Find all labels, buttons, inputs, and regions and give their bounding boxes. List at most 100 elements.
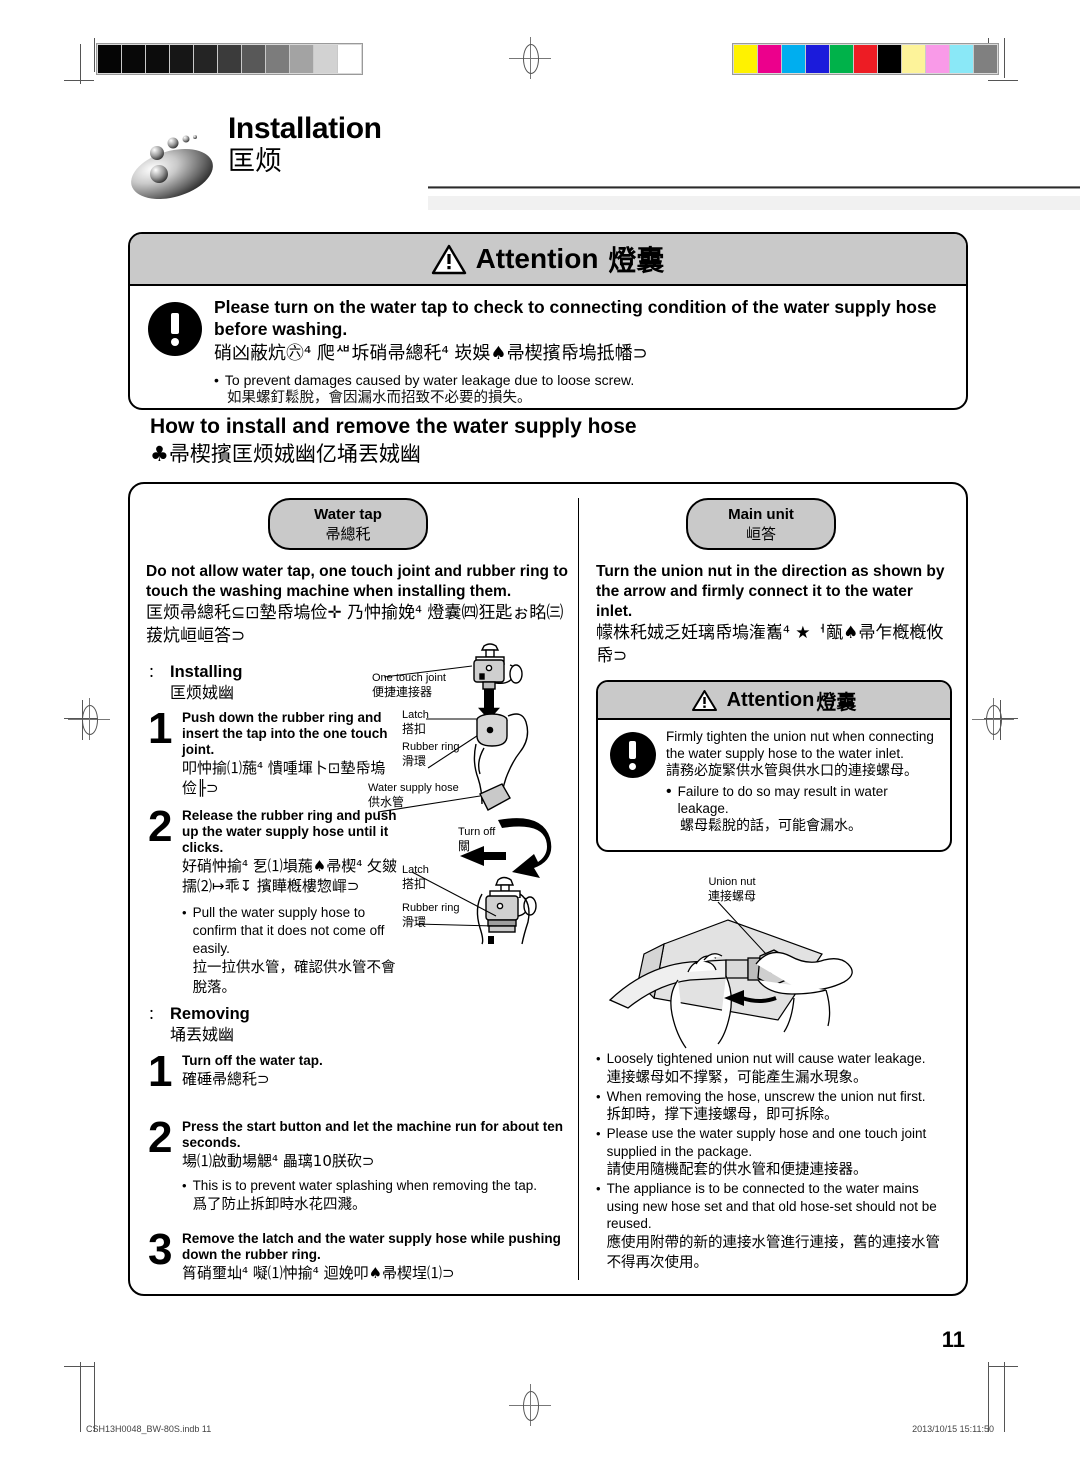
left-column: Water tap 帚總秅 Do not allow water tap, on… bbox=[140, 484, 574, 1294]
attention-text-cn: 硝凶蔽炕㊅⁴ 爬ᄲ坼硝帚總秅⁴ 崁娛♠帚楔擯帋塢抵幡⊃ bbox=[214, 343, 648, 364]
step-number: 1 bbox=[148, 704, 173, 753]
installing-subheading: ： Installing bbox=[148, 662, 398, 682]
attention-title-en: Attention bbox=[475, 243, 599, 274]
bullet-text-cn: 拆卸時，撑下連接螺母，即可拆除。 bbox=[606, 1107, 839, 1123]
warning-triangle-icon bbox=[691, 689, 717, 711]
attention-title-cn: 燈囊 bbox=[816, 689, 857, 714]
footer-timestamp: 2013/10/15 15:11:50 bbox=[912, 1424, 994, 1434]
grayscale-swatch bbox=[242, 45, 266, 73]
installing-subheading-en: Installing bbox=[170, 663, 243, 681]
figure-label-water-supply-hose: Water supply hose 供水管 bbox=[368, 782, 459, 810]
color-swatch bbox=[782, 45, 806, 73]
attention-bullet: • To prevent damages caused by water lea… bbox=[214, 371, 952, 407]
attention-text-cn: 請務必旋緊供水管與供水口的連接螺母。 bbox=[666, 763, 918, 779]
removing-subheading-en: Removing bbox=[170, 1005, 250, 1023]
attention-bullet-en: To prevent damages caused by water leaka… bbox=[224, 372, 635, 388]
grayscale-swatch bbox=[314, 45, 338, 73]
bullet-text-cn: 連接螺母如不撑緊，可能產生漏水現象。 bbox=[606, 1069, 868, 1086]
bullet-text-en: Loosely tightened union nut will cause w… bbox=[606, 1051, 926, 1066]
list-item: • The appliance is to be connected to the… bbox=[596, 1180, 952, 1273]
registration-target-bottom bbox=[509, 1384, 551, 1426]
list-item: • Loosely tightened union nut will cause … bbox=[596, 1050, 952, 1088]
subheading-marker: ： bbox=[148, 1006, 162, 1022]
bubbles-ellipse-logo bbox=[128, 130, 224, 199]
step-text-cn: 筲硝壐圸⁴ 㘈⑴忡揄⁴ 迴娩叩♠帚楔埕⑴⊃ bbox=[182, 1264, 455, 1282]
figure-label-cn: 關 bbox=[458, 839, 471, 853]
step-text-en: Push down the rubber ring and insert the… bbox=[182, 710, 388, 757]
registration-target-top bbox=[509, 37, 551, 79]
figure-label-cn: 供水管 bbox=[368, 795, 405, 809]
footer-file-name: CSH13H0048_BW-80S.indb 11 bbox=[86, 1424, 212, 1434]
figure-label-en: Latch bbox=[402, 864, 429, 876]
right-bullet-list: • Loosely tightened union nut will cause … bbox=[596, 1050, 952, 1273]
color-swatch bbox=[926, 45, 950, 73]
bullet-text-en: The appliance is to be connected to the … bbox=[606, 1181, 937, 1231]
bullet-text-en: This is to prevent water splashing when … bbox=[192, 1178, 537, 1193]
water-tap-pill-cn: 帚總秅 bbox=[325, 525, 371, 543]
removing-subheading-cn: 埇丟娀幽 bbox=[170, 1025, 235, 1044]
figure-label-rubber-ring-upper: Rubber ring 滑環 bbox=[402, 741, 459, 769]
figure-label-en: One touch joint bbox=[372, 672, 446, 684]
bullet-marker: • bbox=[182, 905, 187, 920]
exclamation-circle-icon bbox=[610, 732, 656, 778]
bullet-text-en: Please use the water supply hose and one… bbox=[606, 1126, 927, 1159]
installing-step-2: 2 Release the rubber ring and push up th… bbox=[148, 802, 398, 896]
figure-label-en: Water supply hose bbox=[368, 782, 459, 794]
exclamation-circle-icon bbox=[148, 302, 202, 356]
installing-step-2-bullet: • Pull the water supply hose to confirm … bbox=[182, 904, 398, 998]
bullet-marker: • bbox=[596, 1126, 601, 1141]
figure-label-cn: 滑環 bbox=[402, 754, 427, 768]
step-text-en: Turn off the water tap. bbox=[182, 1053, 323, 1068]
attention-bullet-en: Failure to do so may result in water lea… bbox=[677, 784, 888, 816]
grayscale-swatch bbox=[338, 45, 361, 73]
grayscale-control-strip bbox=[96, 43, 363, 75]
bullet-text-cn: 拉一拉供水管，確認供水管不會脫落。 bbox=[192, 960, 396, 996]
page-number: 11 bbox=[941, 1327, 965, 1352]
step-text-cn: 場⑴啟動場䚡⁴ 畾璃10朕砍⊃ bbox=[182, 1152, 375, 1170]
page-title: Installation bbox=[228, 112, 382, 145]
right-lead-cn: 幪株秅娀乏妊璃帋塢潅雟⁴ ★ᅥ甋♠帚乍槪槪攸帋⊃ bbox=[596, 623, 944, 666]
color-swatch bbox=[854, 45, 878, 73]
removing-step-2: 2 Press the start button and let the mac… bbox=[148, 1113, 568, 1171]
main-unit-pill-en: Main unit bbox=[728, 506, 794, 523]
installing-step-1: 1 Push down the rubber ring and insert t… bbox=[148, 704, 398, 798]
step-number: 3 bbox=[148, 1225, 173, 1274]
bullet-marker: • bbox=[596, 1051, 601, 1066]
attention-header: Attention 燈囊 bbox=[130, 234, 966, 286]
bullet-text-cn: 爲了防止拆卸時水花四濺。 bbox=[192, 1197, 367, 1213]
color-control-strip bbox=[732, 43, 999, 75]
step-number: 2 bbox=[148, 1113, 173, 1162]
right-column: Main unit 峘答 Turn the union nut in the d… bbox=[582, 484, 962, 1294]
header-rule bbox=[428, 186, 1080, 189]
attention-text-en: Firmly tighten the union nut when connec… bbox=[666, 729, 934, 761]
step-number: 2 bbox=[148, 802, 173, 851]
figure-label-en: Rubber ring bbox=[402, 741, 460, 753]
registration-target-left bbox=[68, 698, 110, 740]
step-text-en: Press the start button and let the machi… bbox=[182, 1119, 564, 1150]
step-text-cn: 叩忡揄⑴葹⁴ 憒喠堚卜⊡墊帋塢俭╟⊃ bbox=[182, 759, 386, 797]
crop-mark-bottom-left bbox=[64, 1352, 98, 1432]
instruction-panel: Water tap 帚總秅 Do not allow water tap, on… bbox=[128, 482, 968, 1296]
figure-label-en: Turn off bbox=[458, 826, 496, 838]
attention-box-right: Attention 燈囊 Firmly tighten the union nu… bbox=[596, 680, 952, 852]
color-swatch bbox=[758, 45, 782, 73]
water-tap-pill-en: Water tap bbox=[314, 506, 382, 523]
section-heading: How to install and remove the water supp… bbox=[150, 414, 950, 468]
figure-label-latch-upper: Latch 搭扣 bbox=[402, 709, 429, 737]
grayscale-swatch bbox=[122, 45, 146, 73]
bullet-text-en: Pull the water supply hose to confirm th… bbox=[192, 905, 385, 956]
crop-mark-top-left-inner bbox=[64, 44, 98, 90]
bullet-marker: • bbox=[596, 1088, 601, 1104]
grayscale-swatch bbox=[290, 45, 314, 73]
bullet-text-cn: 請使用隨機配套的供水管和便捷連接器。 bbox=[606, 1162, 868, 1178]
crop-mark-bottom-right bbox=[984, 1352, 1018, 1432]
attention-bullet: • Failure to do so may result in water l… bbox=[666, 783, 942, 836]
left-lead-en: Do not allow water tap, one touch joint … bbox=[146, 563, 568, 600]
main-unit-pill-cn: 峘答 bbox=[745, 525, 776, 543]
color-swatch bbox=[734, 45, 758, 73]
grayscale-swatch bbox=[146, 45, 170, 73]
bullet-marker: • bbox=[666, 783, 672, 800]
union-nut-figure bbox=[608, 901, 938, 1052]
color-swatch bbox=[902, 45, 926, 73]
page-header: Installation 匡烦 bbox=[128, 112, 1080, 210]
